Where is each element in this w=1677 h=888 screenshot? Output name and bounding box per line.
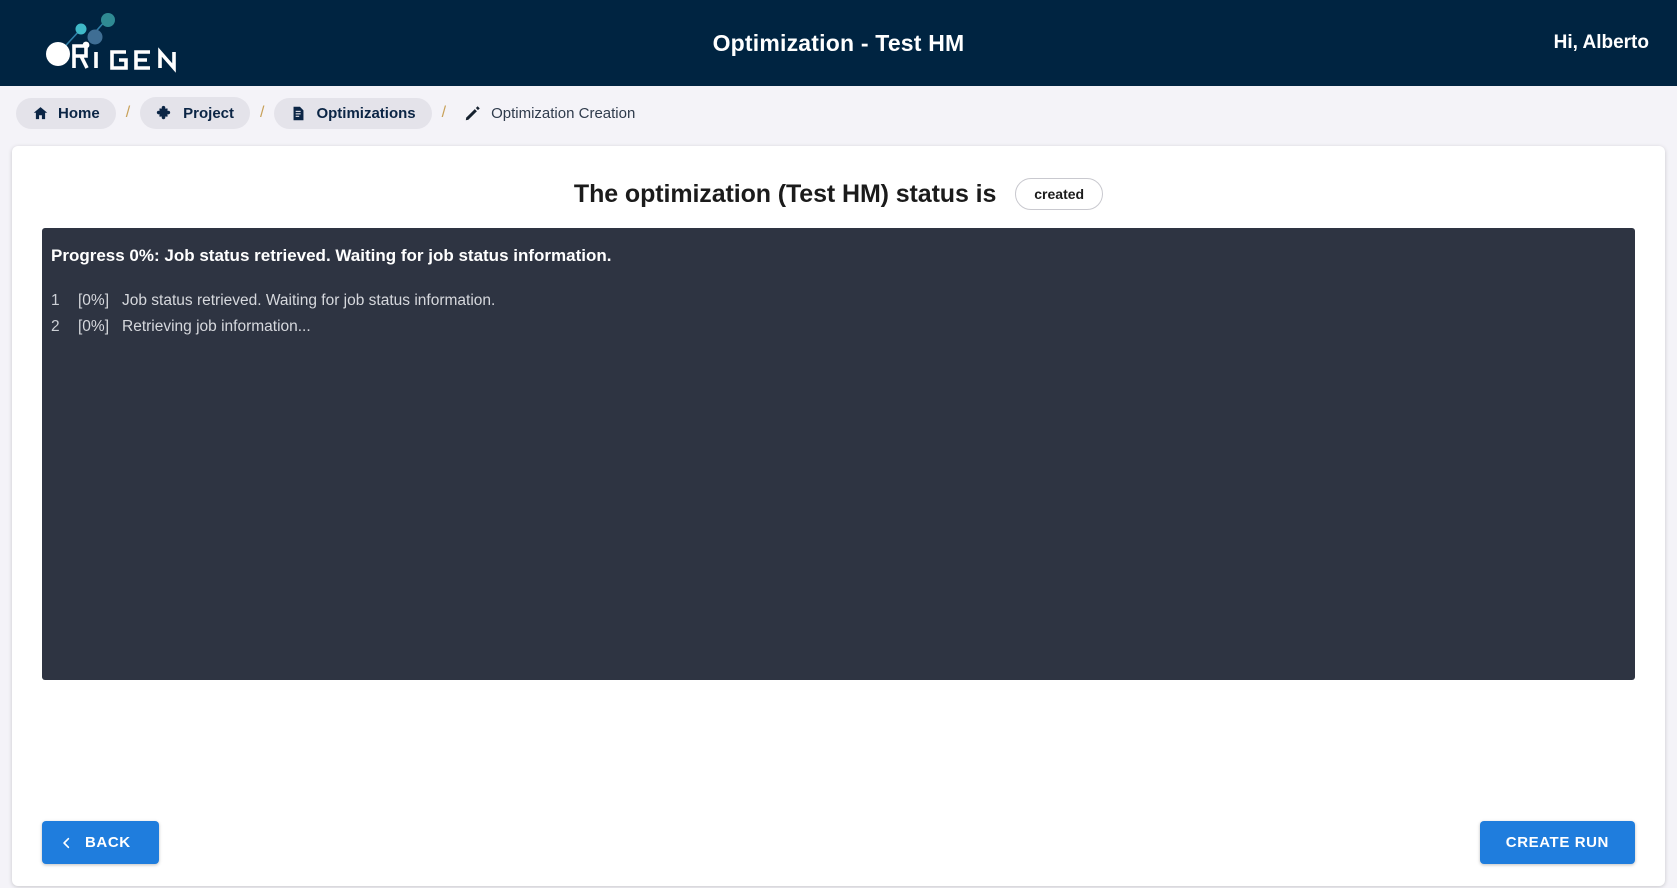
breadcrumb-separator-3: / [441, 104, 447, 121]
back-button-label: BACK [85, 834, 131, 851]
log-line-number: 1 [51, 292, 60, 309]
home-icon [33, 106, 48, 119]
status-text: The optimization (Test HM) status is [573, 179, 997, 208]
back-button[interactable]: BACK [42, 821, 159, 864]
log-line: 2 [0%] Retrieving job information... [42, 314, 1635, 340]
app-header: Optimization - Test HM Hi, Alberto [0, 0, 1677, 86]
breadcrumb-item-home[interactable]: Home [16, 97, 116, 129]
breadcrumb-label-project: Project [183, 104, 234, 122]
user-greeting[interactable]: Hi, Alberto [1554, 32, 1649, 54]
log-line-message: Job status retrieved. Waiting for job st… [122, 292, 496, 309]
log-line-percent: [0%] [78, 318, 110, 335]
document-icon [293, 106, 304, 120]
log-line-number: 2 [51, 318, 60, 335]
log-line: 1 [0%] Job status retrieved. Waiting for… [42, 288, 1635, 314]
chevron-left-icon [63, 837, 70, 848]
status-line: The optimization (Test HM) status is cre… [12, 146, 1665, 220]
breadcrumb-label-optimization-creation: Optimization Creation [491, 104, 636, 122]
breadcrumb-label-home: Home [58, 104, 100, 122]
optimization-creation-card: The optimization (Test HM) status is cre… [12, 146, 1665, 886]
puzzle-icon [156, 105, 171, 120]
log-line-percent: [0%] [78, 292, 110, 309]
breadcrumb-separator-2: / [260, 104, 265, 121]
status-badge: created [1015, 178, 1104, 210]
origen-logo-icon [46, 13, 176, 73]
breadcrumb-separator-1: / [125, 104, 131, 121]
create-run-button[interactable]: CREATE RUN [1479, 821, 1635, 864]
log-line-message: Retrieving job information... [122, 318, 311, 335]
create-run-button-label: CREATE RUN [1505, 834, 1609, 851]
breadcrumb-item-optimizations[interactable]: Optimizations [274, 97, 432, 129]
console-progress-header: Progress 0%: Job status retrieved. Waiti… [51, 246, 612, 265]
breadcrumb-item-optimization-creation: Optimization Creation [456, 97, 651, 129]
breadcrumb-label-optimizations: Optimizations [316, 104, 416, 122]
card-footer: BACK CREATE RUN [12, 821, 1665, 864]
origen-logo[interactable] [28, 12, 328, 74]
pencil-icon [465, 106, 480, 121]
job-log-console[interactable]: Progress 0%: Job status retrieved. Waiti… [42, 228, 1635, 680]
breadcrumb-item-project[interactable]: Project [140, 97, 250, 129]
breadcrumb: Home / Project / Optimizations / Optimiz… [0, 86, 1677, 140]
